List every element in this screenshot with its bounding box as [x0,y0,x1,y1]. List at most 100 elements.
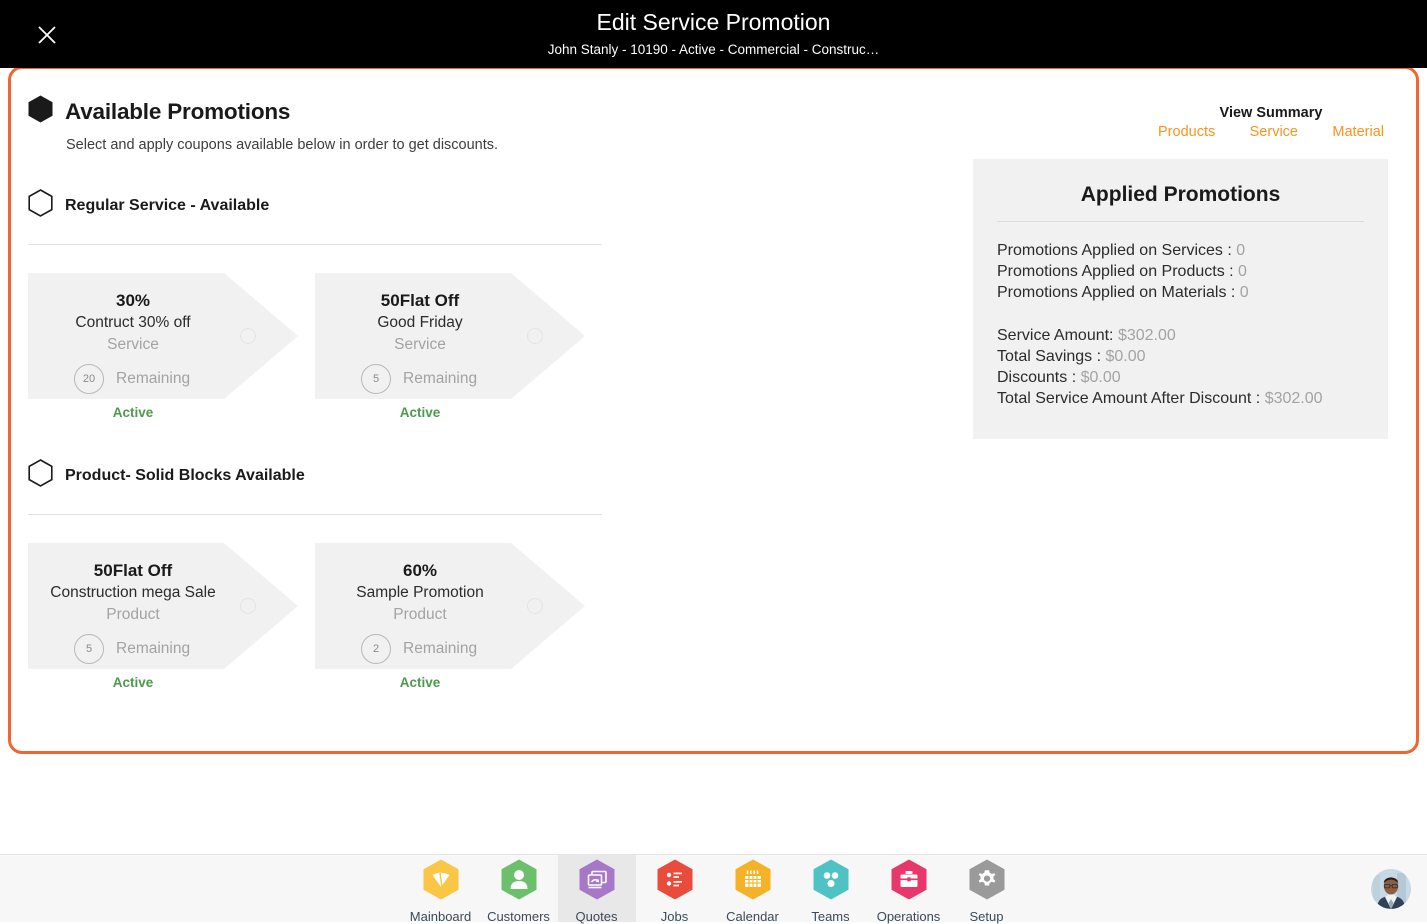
documents-icon [577,858,617,906]
coupon-card[interactable]: 30% Contruct 30% off Service 20 Remainin… [28,273,298,399]
nav-item-customers[interactable]: Customers [480,855,558,922]
coupon-remaining-label: Remaining [403,370,477,388]
nav-item-calendar[interactable]: Calendar [714,855,792,922]
coupon-name: Contruct 30% off [28,312,238,333]
nav-item-mainboard[interactable]: Mainboard [402,855,480,922]
coupon-name: Good Friday [315,312,525,333]
nav-items-container: Mainboard Customers [0,855,1427,922]
section-title: Regular Service - Available [65,197,269,215]
coupon-card-wrapper: 60% Sample Promotion Product 2 Remaining… [315,543,602,690]
coupon-remaining-count: 5 [361,364,391,394]
promotions-panel: Available Promotions Select and apply co… [8,66,1419,754]
nav-label: Customers [487,909,550,924]
applied-count-row: Promotions Applied on Services : 0 [997,240,1364,261]
nav-item-operations[interactable]: Operations [870,855,948,922]
coupon-amount: 60% [315,560,525,581]
coupon-amount: 30% [28,290,238,311]
list-icon [655,858,695,906]
coupon-type: Service [315,334,525,355]
calendar-icon [733,858,773,906]
briefcase-icon [889,858,929,906]
section-title: Product- Solid Blocks Available [65,467,305,485]
coupon-type: Product [28,604,238,625]
person-icon [499,858,539,906]
coupon-type: Product [315,604,525,625]
applied-promotions-panel: Applied Promotions Promotions Applied on… [973,159,1388,439]
view-summary-block: View Summary Products Service Material [1156,105,1386,140]
applied-amount-label: Total Savings : [997,348,1106,365]
applied-count-row: Promotions Applied on Products : 0 [997,261,1364,282]
coupon-card-wrapper: 30% Contruct 30% off Service 20 Remainin… [28,273,315,420]
applied-amount-value: $0.00 [1081,369,1121,386]
promotion-section-regular-service: Regular Service - Available 30% Contruct… [28,189,618,420]
user-avatar[interactable] [1371,869,1411,909]
coupon-card[interactable]: 60% Sample Promotion Product 2 Remaining [315,543,585,669]
page-subtitle: Select and apply coupons available below… [66,137,498,153]
nav-label: Teams [811,909,849,924]
coupon-name: Construction mega Sale [28,582,238,603]
applied-amount-row: Total Service Amount After Discount : $3… [997,388,1364,409]
close-icon [34,22,60,48]
nav-label: Operations [877,909,941,924]
coupon-status-badge: Active [315,675,525,690]
coupon-type: Service [28,334,238,355]
coupon-remaining-label: Remaining [116,370,190,388]
applied-count-label: Promotions Applied on Materials : [997,284,1240,301]
nav-label: Quotes [576,909,618,924]
coupon-card-wrapper: 50Flat Off Construction mega Sale Produc… [28,543,315,690]
coupon-notch-icon [240,328,256,344]
applied-count-row: Promotions Applied on Materials : 0 [997,282,1364,303]
coupon-remaining-label: Remaining [403,640,477,658]
coupon-status-badge: Active [315,405,525,420]
header-titles: Edit Service Promotion John Stanly - 101… [0,8,1427,59]
applied-promotions-title: Applied Promotions [997,183,1364,207]
coupon-remaining-label: Remaining [116,640,190,658]
nav-item-quotes[interactable]: Quotes [558,855,636,922]
section-divider [28,514,602,515]
applied-amount-value: $302.00 [1118,327,1176,344]
hexagon-filled-icon [28,95,53,128]
applied-count-value: 0 [1236,242,1245,259]
applied-amount-label: Total Service Amount After Discount : [997,390,1265,407]
view-summary-link-products[interactable]: Products [1158,124,1215,140]
promotion-section-product-solid-blocks: Product- Solid Blocks Available 50Flat O… [28,459,618,690]
applied-amount-row: Total Savings : $0.00 [997,346,1364,367]
hexagon-outline-icon [28,459,53,492]
coupon-remaining-count: 2 [361,634,391,664]
coupon-notch-icon [527,328,543,344]
nav-item-jobs[interactable]: Jobs [636,855,714,922]
close-button[interactable] [30,18,64,52]
view-summary-link-material[interactable]: Material [1332,124,1384,140]
applied-count-label: Promotions Applied on Products : [997,263,1238,280]
bottom-navigation-bar: Mainboard Customers [0,854,1427,922]
applied-amount-label: Service Amount: [997,327,1118,344]
applied-promotions-divider [997,221,1364,222]
page-title: Available Promotions [65,99,290,125]
applied-count-value: 0 [1238,263,1247,280]
gear-icon [967,858,1007,906]
coupon-remaining-count: 20 [74,364,104,394]
coupon-amount: 50Flat Off [28,560,238,581]
coupon-card-list: 50Flat Off Construction mega Sale Produc… [28,543,618,690]
window-subtitle: John Stanly - 10190 - Active - Commercia… [0,41,1427,59]
coupon-card[interactable]: 50Flat Off Construction mega Sale Produc… [28,543,298,669]
coupon-card-wrapper: 50Flat Off Good Friday Service 5 Remaini… [315,273,602,420]
nav-item-teams[interactable]: Teams [792,855,870,922]
nav-label: Calendar [726,909,779,924]
coupon-status-badge: Active [28,405,238,420]
nav-item-setup[interactable]: Setup [948,855,1026,922]
dashboard-icon [421,858,461,906]
top-header-bar: Edit Service Promotion John Stanly - 101… [0,0,1427,68]
applied-count-label: Promotions Applied on Services : [997,242,1236,259]
hexagon-outline-icon [28,189,53,222]
coupon-card[interactable]: 50Flat Off Good Friday Service 5 Remaini… [315,273,585,399]
spacer [997,303,1364,325]
coupon-amount: 50Flat Off [315,290,525,311]
view-summary-link-service[interactable]: Service [1250,124,1298,140]
applied-count-value: 0 [1240,284,1249,301]
nav-label: Setup [970,909,1004,924]
window-title: Edit Service Promotion [0,8,1427,36]
team-icon [811,858,851,906]
coupon-status-badge: Active [28,675,238,690]
applied-amount-row: Discounts : $0.00 [997,367,1364,388]
